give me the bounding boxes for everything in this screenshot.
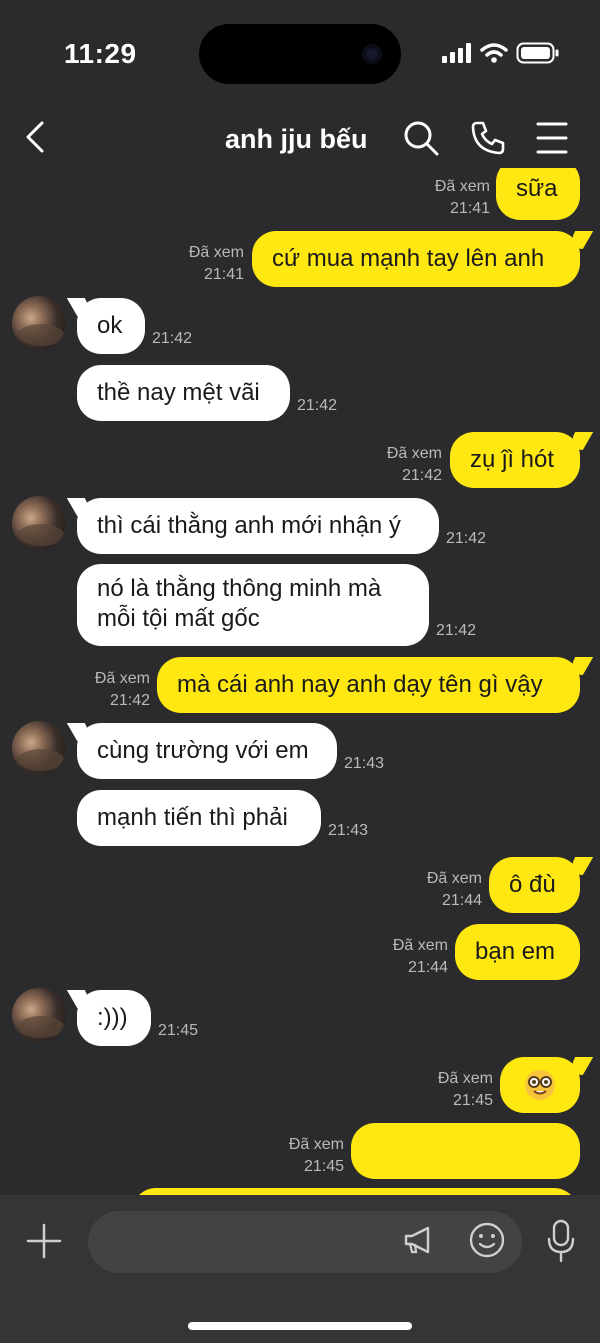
message-bubble-partial[interactable] (132, 1188, 578, 1195)
input-bar (0, 1195, 600, 1343)
emoji-icon[interactable] (468, 1221, 506, 1264)
message-time: 21:42 (297, 397, 338, 414)
phone-icon[interactable] (470, 120, 506, 161)
seen-label: Đã xem (392, 937, 448, 954)
plus-icon[interactable] (26, 1223, 62, 1264)
message-time: 21:44 (441, 892, 482, 909)
message-time: 21:42 (152, 330, 193, 347)
message-time: 21:42 (401, 467, 442, 484)
chat-title: anh jju bếu (225, 124, 368, 154)
home-indicator (188, 1322, 412, 1330)
message-time: 21:45 (452, 1092, 493, 1109)
message-time: 21:42 (109, 692, 150, 709)
message-bubble[interactable]: nó là thằng thông minh mà mỗi tội mất gố… (77, 564, 429, 646)
nerd-face-icon (525, 1070, 555, 1100)
message-bubble[interactable]: cứ mua mạnh tay lên anh (252, 231, 580, 287)
search-icon[interactable] (403, 120, 439, 161)
chevron-left-icon[interactable] (24, 120, 46, 159)
message-bubble[interactable] (351, 1123, 580, 1179)
message-bubble[interactable]: ok (77, 298, 145, 354)
message-bubble[interactable]: zụ ĵì hót (450, 432, 580, 488)
seen-label: Đã xem (288, 1136, 344, 1153)
message-bubble[interactable]: 🤓 (500, 1057, 580, 1113)
seen-label: Đã xem (434, 178, 490, 195)
megaphone-icon[interactable] (402, 1223, 436, 1262)
message-time: 21:44 (407, 959, 448, 976)
message-list[interactable]: Đã xem 21:41 sữa Đã xem 21:41 cứ mua mạn… (0, 168, 600, 1195)
wifi-icon (480, 43, 508, 63)
avatar[interactable] (12, 721, 66, 775)
message-time: 21:45 (303, 1158, 344, 1175)
message-time: 21:43 (328, 822, 369, 839)
message-bubble[interactable]: thì cái thằng anh mới nhận ý (77, 498, 439, 554)
battery-icon (516, 42, 559, 64)
message-time: 21:42 (436, 622, 477, 639)
avatar[interactable] (12, 496, 66, 550)
message-bubble[interactable]: :))) (77, 990, 151, 1046)
signal-icon (442, 43, 471, 63)
seen-label: Đã xem (94, 670, 150, 687)
message-time: 21:41 (449, 200, 490, 217)
message-time: 21:43 (344, 755, 385, 772)
message-bubble[interactable]: mà cái anh nay anh dạy tên gì vậy (157, 657, 580, 713)
message-input[interactable] (88, 1211, 522, 1273)
avatar[interactable] (12, 988, 66, 1042)
message-bubble[interactable]: sữa (496, 168, 580, 220)
message-time: 21:45 (158, 1022, 199, 1039)
message-time: 21:41 (203, 266, 244, 283)
seen-label: Đã xem (188, 244, 244, 261)
menu-icon[interactable] (536, 120, 568, 161)
message-bubble[interactable]: cùng trường với em (77, 723, 337, 779)
camera-dot (362, 44, 382, 64)
seen-label: Đã xem (426, 870, 482, 887)
status-bar: 11:29 (0, 0, 600, 110)
chat-header: anh jju bếu (0, 110, 600, 168)
avatar[interactable] (12, 296, 66, 350)
message-bubble[interactable]: mạnh tiến thì phải (77, 790, 321, 846)
message-bubble[interactable]: thề nay mệt vãi (77, 365, 290, 421)
message-bubble[interactable]: bạn em (455, 924, 580, 980)
message-bubble[interactable]: ô đù (489, 857, 580, 913)
seen-label: Đã xem (437, 1070, 493, 1087)
mic-icon[interactable] (546, 1219, 576, 1268)
status-time: 11:29 (64, 38, 137, 69)
seen-label: Đã xem (386, 445, 442, 462)
message-time: 21:42 (446, 530, 487, 547)
status-icons (442, 42, 560, 64)
